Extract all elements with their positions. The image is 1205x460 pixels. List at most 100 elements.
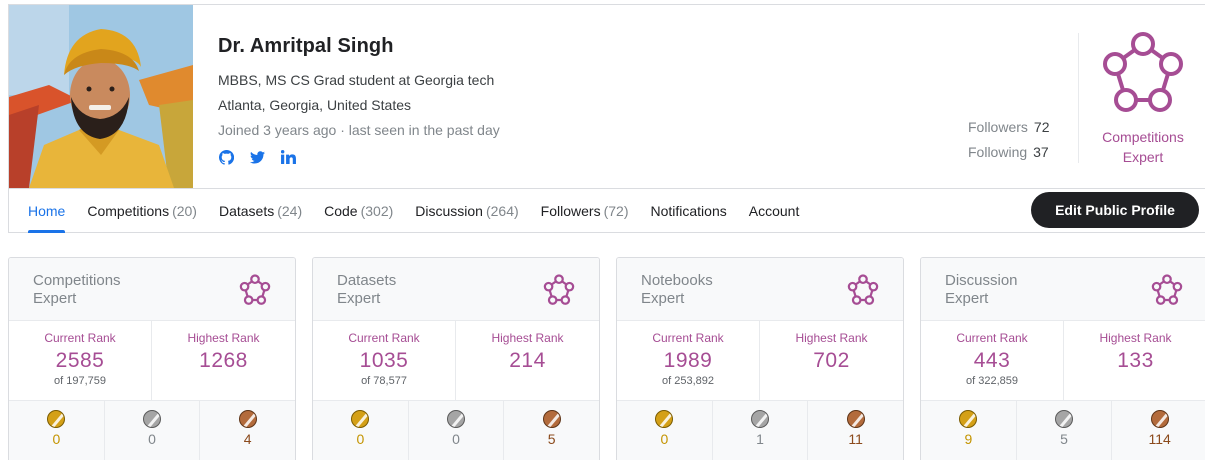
silver-medal-icon — [1055, 410, 1073, 428]
card-header: Datasets Expert — [313, 258, 599, 321]
silver-medals: 1 — [713, 401, 809, 460]
bronze-medal-icon — [1150, 410, 1169, 428]
tab-followers-count: (72) — [603, 203, 629, 219]
tab-code[interactable]: Code (302) — [313, 189, 404, 233]
achievement-card-notebooks[interactable]: Notebooks Expert Current Rank 1989 of 25… — [616, 257, 904, 460]
achievement-card-discussion[interactable]: Discussion Expert Current Rank 443 of 32… — [920, 257, 1205, 460]
followers-count: 72 — [1033, 119, 1050, 135]
bronze-medal-count: 114 — [1148, 431, 1171, 447]
gold-medal-icon — [351, 410, 370, 428]
bronze-medals: 114 — [1112, 401, 1205, 460]
twitter-icon[interactable] — [249, 149, 265, 165]
expert-tier-icon — [1151, 274, 1183, 305]
linkedin-icon[interactable] — [280, 149, 296, 165]
tab-account[interactable]: Account — [738, 189, 811, 233]
silver-medals: 5 — [1017, 401, 1113, 460]
gold-medal-count: 0 — [660, 431, 669, 447]
rank-total: of 322,859 — [966, 375, 1018, 387]
tab-competitions[interactable]: Competitions (20) — [76, 189, 208, 233]
highest-rank-label: Highest Rank — [491, 331, 564, 345]
tab-competitions-count: (20) — [172, 203, 197, 219]
tab-account-label: Account — [748, 203, 800, 219]
profile-photo — [9, 5, 193, 188]
tier-level: Expert — [1122, 149, 1164, 165]
current-rank-value: 443 — [973, 349, 1011, 372]
github-icon[interactable] — [218, 149, 234, 165]
highest-rank-label: Highest Rank — [795, 331, 868, 345]
achievement-card-competitions[interactable]: Competitions Expert Current Rank 2585 of… — [8, 257, 296, 460]
current-rank-label: Current Rank — [348, 331, 420, 345]
bronze-medal-count: 5 — [547, 431, 556, 447]
rank-total: of 197,759 — [54, 375, 106, 387]
tab-code-count: (302) — [360, 203, 394, 219]
gold-medals: 9 — [921, 401, 1017, 460]
expert-tier-icon — [1103, 32, 1183, 112]
tab-datasets[interactable]: Datasets (24) — [208, 189, 313, 233]
tab-followers[interactable]: Followers (72) — [530, 189, 640, 233]
current-rank-value: 1035 — [359, 349, 409, 372]
highest-rank: Highest Rank 214 — [456, 321, 599, 400]
silver-medal-icon — [447, 410, 465, 428]
silver-medal-icon — [143, 410, 161, 428]
card-header: Notebooks Expert — [617, 258, 903, 321]
tab-home[interactable]: Home — [17, 189, 76, 233]
profile-header: Dr. Amritpal Singh MBBS, MS CS Grad stud… — [8, 4, 1205, 233]
current-rank-label: Current Rank — [44, 331, 116, 345]
silver-medal-count: 0 — [148, 431, 156, 447]
expert-tier-icon — [543, 274, 575, 305]
bronze-medals: 4 — [200, 401, 295, 460]
profile-name: Dr. Amritpal Singh — [218, 35, 394, 57]
card-medals: 9 5 114 — [921, 401, 1205, 460]
silver-medal-count: 0 — [452, 431, 460, 447]
bronze-medals: 11 — [808, 401, 903, 460]
current-rank: Current Rank 2585 of 197,759 — [9, 321, 152, 400]
card-header: Competitions Expert — [9, 258, 295, 321]
highest-rank: Highest Rank 702 — [760, 321, 903, 400]
following-stat[interactable]: Following 37 — [968, 144, 1049, 160]
highest-rank: Highest Rank 133 — [1064, 321, 1205, 400]
tab-datasets-label: Datasets — [218, 203, 275, 219]
gold-medal-icon — [959, 410, 978, 428]
rank-total: of 253,892 — [662, 375, 714, 387]
highest-rank-label: Highest Rank — [1099, 331, 1172, 345]
followers-stat[interactable]: Followers 72 — [968, 119, 1049, 135]
current-rank-value: 2585 — [55, 349, 105, 372]
card-ranks: Current Rank 1035 of 78,577 Highest Rank… — [313, 321, 599, 401]
silver-medal-count: 5 — [1060, 431, 1068, 447]
social-links — [218, 149, 500, 165]
card-header: Discussion Expert — [921, 258, 1205, 321]
followers-label: Followers — [968, 119, 1028, 135]
highest-rank: Highest Rank 1268 — [152, 321, 295, 400]
tab-notifications-label: Notifications — [650, 203, 727, 219]
highest-rank-value: 214 — [509, 349, 546, 372]
card-medals: 0 0 5 — [313, 401, 599, 460]
tab-notifications[interactable]: Notifications — [639, 189, 737, 233]
current-rank-label: Current Rank — [956, 331, 1028, 345]
edit-public-profile-button[interactable]: Edit Public Profile — [1031, 192, 1199, 228]
header-divider — [1078, 33, 1079, 163]
gold-medals: 0 — [313, 401, 409, 460]
gold-medal-icon — [47, 410, 66, 428]
gold-medal-icon — [655, 410, 674, 428]
profile-tier: Competitions Expert — [1087, 30, 1199, 167]
profile-location: Atlanta, Georgia, United States — [218, 97, 411, 113]
following-label: Following — [968, 144, 1028, 160]
silver-medal-icon — [751, 410, 769, 428]
card-ranks: Current Rank 2585 of 197,759 Highest Ran… — [9, 321, 295, 401]
follow-stats: Followers 72 Following 37 — [968, 119, 1049, 169]
tab-discussion-label: Discussion — [415, 203, 483, 219]
gold-medals: 0 — [9, 401, 105, 460]
achievement-cards: Competitions Expert Current Rank 2585 of… — [8, 257, 1205, 460]
achievement-card-datasets[interactable]: Datasets Expert Current Rank 1035 of 78,… — [312, 257, 600, 460]
current-rank-label: Current Rank — [652, 331, 724, 345]
card-ranks: Current Rank 443 of 322,859 Highest Rank… — [921, 321, 1205, 401]
silver-medal-count: 1 — [756, 431, 764, 447]
bronze-medal-icon — [238, 410, 257, 428]
current-rank-value: 1989 — [663, 349, 713, 372]
gold-medal-count: 9 — [964, 431, 973, 447]
tier-label: Competitions Expert — [1087, 127, 1199, 167]
bronze-medal-icon — [542, 410, 561, 428]
tab-discussion[interactable]: Discussion (264) — [404, 189, 529, 233]
tier-category: Competitions — [1102, 129, 1184, 145]
bronze-medal-count: 11 — [848, 431, 863, 447]
